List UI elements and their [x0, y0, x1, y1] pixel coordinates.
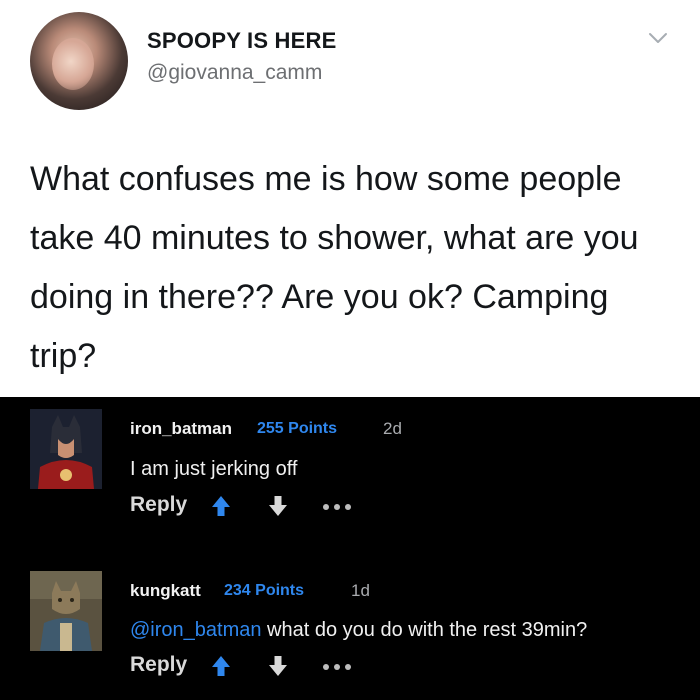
- comment-age: 2d: [383, 419, 402, 438]
- chevron-down-icon[interactable]: [648, 31, 668, 45]
- more-options-icon[interactable]: [322, 503, 352, 511]
- reply-button[interactable]: Reply: [130, 493, 187, 517]
- comment-text: I am just jerking off: [130, 458, 298, 480]
- reply-button[interactable]: Reply: [130, 653, 187, 677]
- tweet-avatar[interactable]: [30, 12, 128, 110]
- comment-avatar[interactable]: [30, 409, 102, 489]
- comment-points: 234 Points: [224, 582, 305, 599]
- upvote-arrow-icon[interactable]: [210, 654, 232, 678]
- comment-avatar[interactable]: [30, 571, 102, 651]
- downvote-arrow-icon[interactable]: [267, 654, 289, 678]
- more-options-icon[interactable]: [322, 663, 352, 671]
- tweet-text: What confuses me is how some people take…: [30, 160, 639, 375]
- screenshot: SPOOPY IS HERE @giovanna_camm What confu…: [0, 0, 700, 700]
- comments-section: iron_batman 255 Points 2d I am just jerk…: [0, 397, 700, 700]
- tweet-display-name[interactable]: SPOOPY IS HERE: [147, 28, 336, 54]
- comment-username[interactable]: iron_batman: [130, 419, 232, 439]
- tweet-card: SPOOPY IS HERE @giovanna_camm What confu…: [0, 0, 700, 397]
- upvote-arrow-icon[interactable]: [210, 494, 232, 518]
- avatar-face: [52, 38, 94, 90]
- comment-body: what do you do with the rest 39min?: [261, 619, 588, 641]
- comment-points: 255 Points: [257, 420, 338, 437]
- tweet-handle[interactable]: @giovanna_camm: [147, 61, 322, 85]
- comment-age: 1d: [351, 581, 370, 600]
- comment-username[interactable]: kungkatt: [130, 581, 201, 601]
- comment-mention-link[interactable]: @iron_batman: [130, 619, 261, 641]
- comment-text: @iron_batman what do you do with the res…: [130, 619, 587, 642]
- downvote-arrow-icon[interactable]: [267, 494, 289, 518]
